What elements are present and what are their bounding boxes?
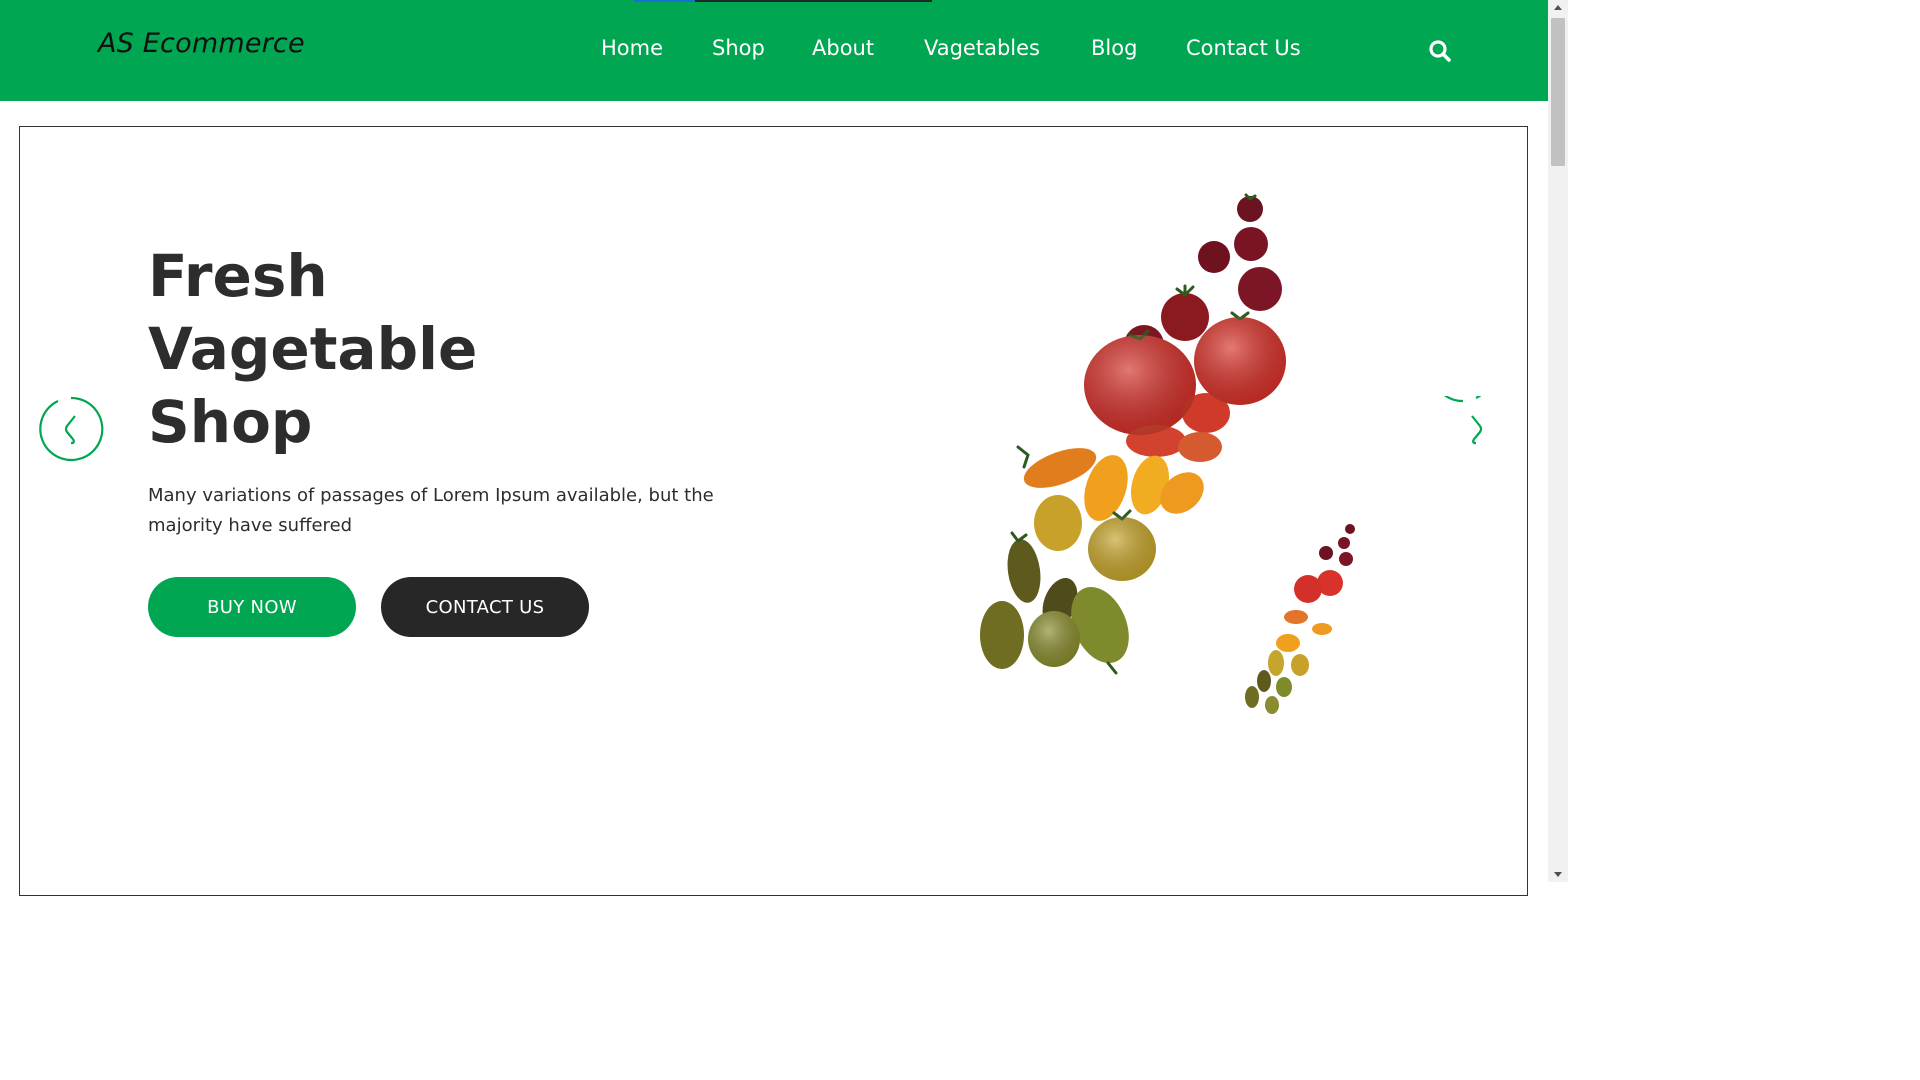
heirloom-tomatoes-image bbox=[980, 193, 1355, 714]
site-header: AS Ecommerce Home Shop About Vagetables … bbox=[0, 0, 1548, 101]
page-scrollbar[interactable] bbox=[1548, 0, 1568, 882]
nav-about[interactable]: About bbox=[812, 36, 874, 60]
buy-now-button[interactable]: BUY NOW bbox=[148, 577, 356, 637]
scroll-down-arrow-icon[interactable] bbox=[1548, 866, 1568, 882]
nav-blog[interactable]: Blog bbox=[1091, 36, 1137, 60]
nav-contact-us[interactable]: Contact Us bbox=[1186, 36, 1301, 60]
search-icon[interactable] bbox=[1427, 38, 1453, 64]
hero-title-line: Vagetable bbox=[148, 315, 478, 383]
site-logo[interactable]: AS Ecommerce bbox=[98, 28, 305, 59]
hero-title-line: Shop bbox=[148, 388, 313, 456]
scroll-up-arrow-icon[interactable] bbox=[1548, 0, 1568, 16]
hero-title-line: Fresh bbox=[148, 242, 328, 310]
arrow-right-circle-icon[interactable] bbox=[1430, 337, 1509, 462]
contact-us-button[interactable]: CONTACT US bbox=[381, 577, 589, 637]
arrow-left-circle-icon[interactable] bbox=[38, 396, 104, 462]
nav-home[interactable]: Home bbox=[601, 36, 663, 60]
loading-bar-track bbox=[695, 0, 932, 2]
hero-description: Many variations of passages of Lorem Ips… bbox=[148, 485, 714, 536]
nav-shop[interactable]: Shop bbox=[712, 36, 765, 60]
nav-vagetables[interactable]: Vagetables bbox=[924, 36, 1040, 60]
scrollbar-thumb[interactable] bbox=[1551, 18, 1565, 166]
hero-title: Fresh Vagetable Shop bbox=[148, 240, 668, 459]
hero-slider: Fresh Vagetable Shop Many variations of … bbox=[19, 126, 1528, 896]
loading-bar-accent bbox=[634, 0, 695, 2]
